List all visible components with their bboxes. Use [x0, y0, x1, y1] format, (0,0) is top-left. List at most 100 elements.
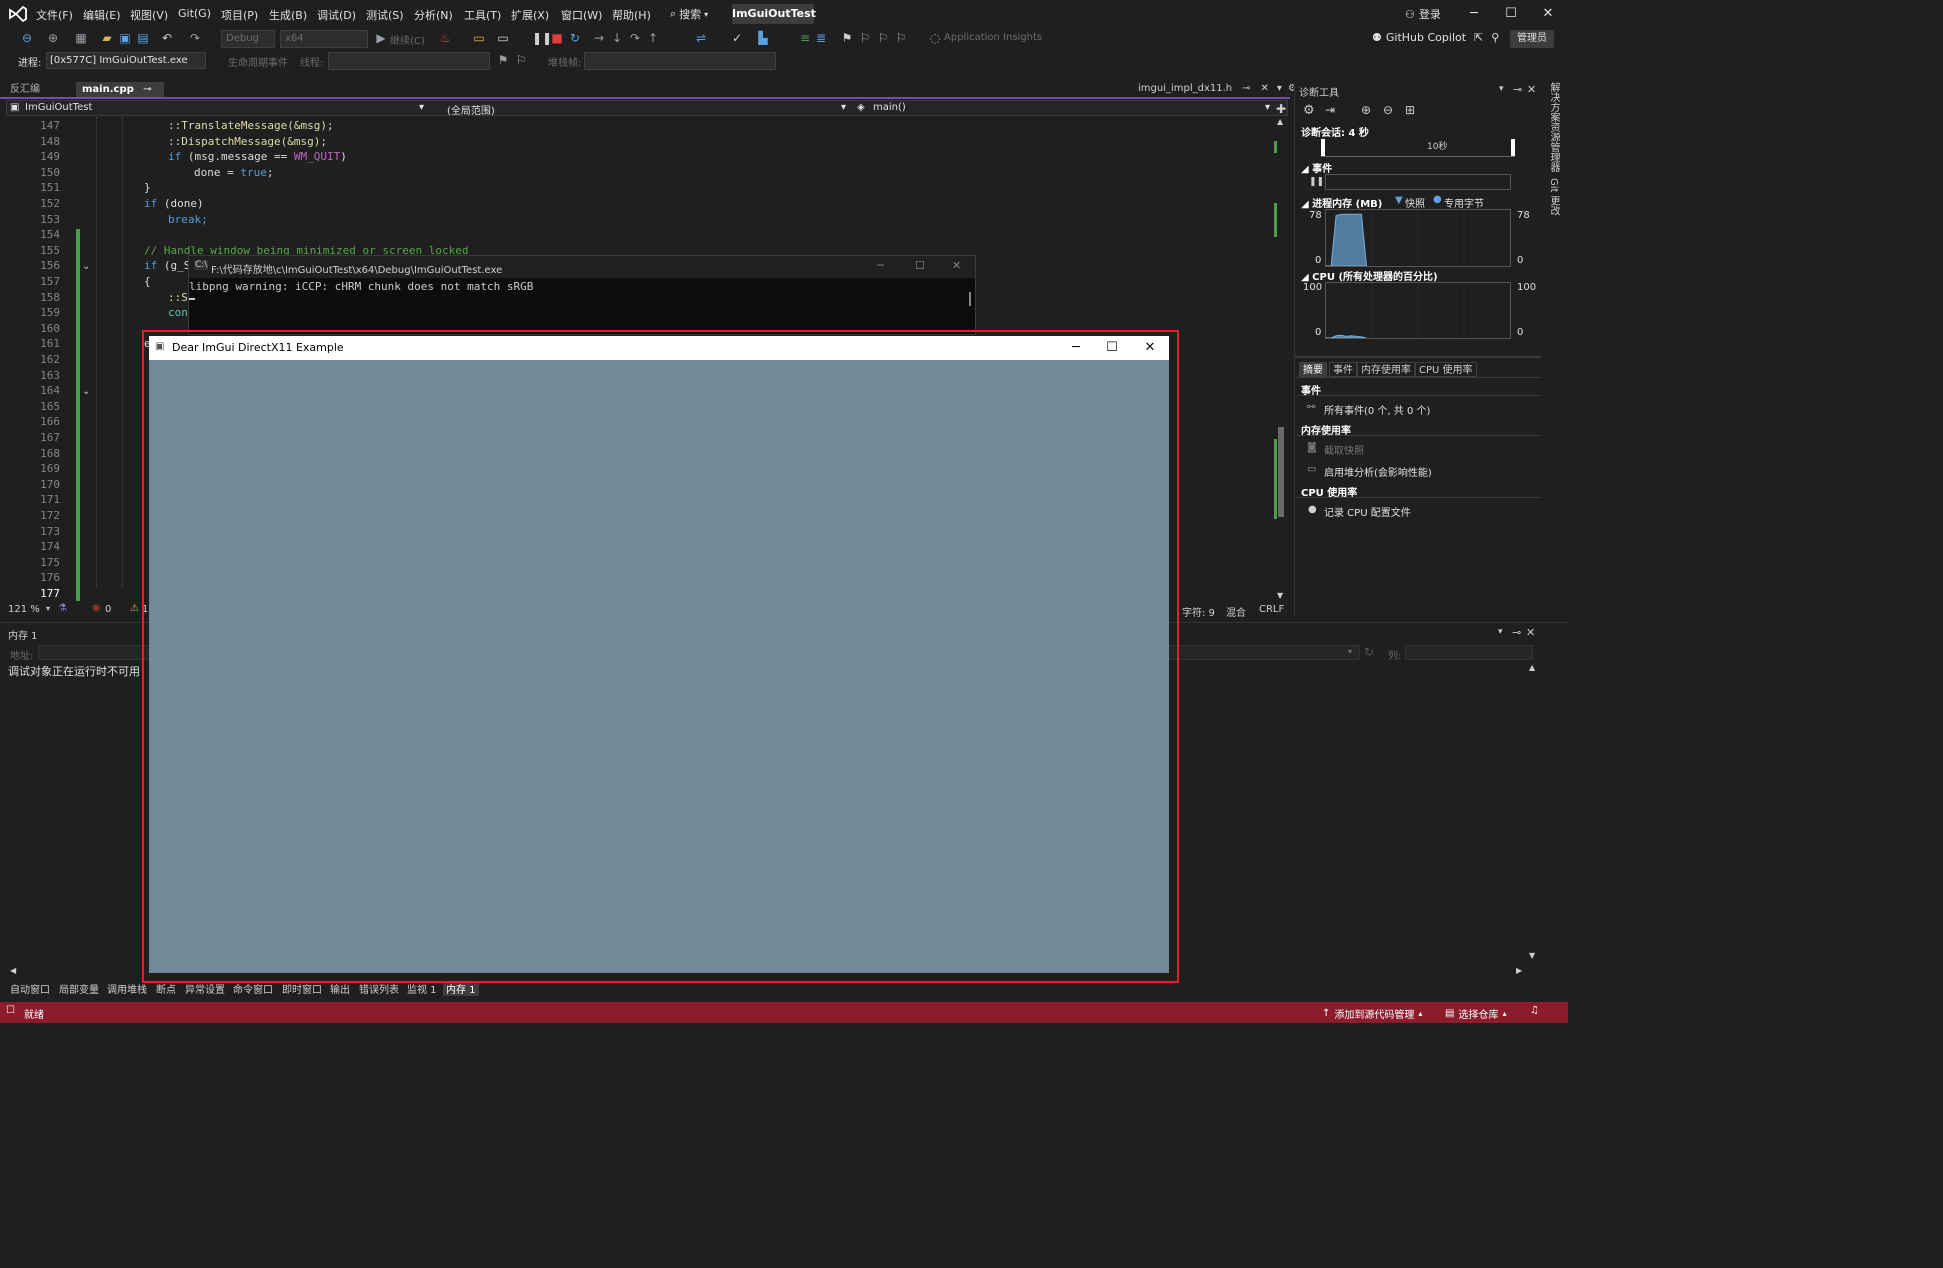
- enable-heap-profiling-button[interactable]: 启用堆分析(会影响性能): [1324, 464, 1432, 479]
- save-icon[interactable]: ▣: [118, 31, 132, 45]
- tab-disassembly[interactable]: 反汇编: [4, 82, 46, 97]
- zoom-in-icon[interactable]: ⊕: [1361, 103, 1371, 117]
- login-button[interactable]: ⚇ 登录: [1405, 6, 1441, 22]
- navigate-forward-icon[interactable]: ⊕: [46, 31, 60, 45]
- tab-output[interactable]: 输出: [330, 981, 350, 996]
- close-panel-icon[interactable]: ✕: [1527, 83, 1536, 96]
- chevron-down-icon[interactable]: ▾: [1265, 102, 1270, 113]
- timeline-handle-right[interactable]: [1511, 139, 1515, 156]
- stop-icon[interactable]: ■: [550, 31, 564, 45]
- chevron-down-icon[interactable]: ▾: [46, 604, 50, 613]
- open-file-icon[interactable]: ▰: [100, 31, 114, 45]
- reset-view-icon[interactable]: ⊞: [1405, 103, 1415, 117]
- close-panel-icon[interactable]: ✕: [1526, 626, 1535, 639]
- step-into-icon[interactable]: ↓: [610, 31, 624, 45]
- chevron-down-icon[interactable]: ▾: [1498, 627, 1503, 637]
- imgui-example-window[interactable]: ▣ Dear ImGui DirectX11 Example ─ ☐ ✕: [149, 336, 1169, 973]
- menu-analyze[interactable]: 分析(N): [414, 7, 453, 23]
- debug-location-icon[interactable]: ▙: [756, 31, 770, 45]
- warning-icon[interactable]: ⚠: [130, 603, 139, 614]
- close-button[interactable]: ✕: [1135, 338, 1165, 358]
- tab-list-icon[interactable]: ▾: [1277, 83, 1282, 94]
- flag-thread-icon[interactable]: ⚑: [496, 53, 510, 67]
- browse-icon[interactable]: ▭: [472, 31, 486, 45]
- menu-help[interactable]: 帮助(H): [612, 7, 651, 23]
- tab-summary[interactable]: 摘要: [1299, 362, 1327, 377]
- new-project-icon[interactable]: ▦: [74, 31, 88, 45]
- console-title-bar[interactable]: C:\ F:\代码存放地\c\ImGuiOutTest\x64\Debug\Im…: [189, 256, 975, 278]
- application-insights-button[interactable]: Application Insights: [944, 32, 1042, 43]
- console-scrollbar[interactable]: [969, 292, 971, 306]
- settings-icon[interactable]: ⚙: [1303, 103, 1315, 118]
- step-over-icon[interactable]: ↷: [628, 31, 642, 45]
- imgui-title-bar[interactable]: ▣ Dear ImGui DirectX11 Example ─ ☐ ✕: [149, 336, 1169, 360]
- cpu-chart[interactable]: [1325, 282, 1511, 339]
- platform-select[interactable]: x64: [280, 30, 368, 48]
- maximize-button[interactable]: ☐: [1493, 4, 1529, 24]
- take-snapshot-button[interactable]: 截取快照: [1324, 442, 1364, 457]
- minimize-button[interactable]: ─: [1061, 338, 1091, 358]
- refresh-icon[interactable]: ↻: [1364, 645, 1374, 659]
- tab-call-stack[interactable]: 调用堆栈: [107, 981, 147, 996]
- hot-reload-icon[interactable]: ♨: [438, 31, 452, 45]
- pin-icon[interactable]: ⊸: [1242, 83, 1250, 94]
- redo-icon[interactable]: ↷: [188, 31, 202, 45]
- memory-vertical-scrollbar[interactable]: ▲ ▼: [1526, 663, 1540, 963]
- navigate-back-icon[interactable]: ⊖: [20, 31, 34, 45]
- tab-breakpoints[interactable]: 断点: [156, 981, 176, 996]
- menu-test[interactable]: 测试(S): [366, 7, 404, 23]
- filter-thread-icon[interactable]: ⚐: [514, 53, 528, 67]
- member-dropdown[interactable]: main(): [873, 102, 906, 113]
- pause-icon[interactable]: ❚❚: [532, 31, 552, 45]
- collapse-icon[interactable]: ⌄: [82, 386, 90, 397]
- menu-tools[interactable]: 工具(T): [464, 7, 501, 23]
- menu-git[interactable]: Git(G): [178, 7, 211, 20]
- tab-immediate-window[interactable]: 即时窗口: [282, 981, 322, 996]
- menu-extensions[interactable]: 扩展(X): [511, 7, 549, 23]
- pin-icon[interactable]: ⊸: [1512, 626, 1521, 639]
- tab-memory-1[interactable]: 内存 1: [443, 981, 479, 996]
- share-icon[interactable]: ⇱: [1474, 31, 1483, 44]
- export-icon[interactable]: ⇥: [1325, 103, 1335, 117]
- scroll-down-icon[interactable]: ▼: [1277, 591, 1283, 600]
- collapse-icon[interactable]: ⌄: [82, 261, 90, 272]
- menu-project[interactable]: 项目(P): [221, 7, 258, 23]
- tab-events[interactable]: 事件: [1329, 362, 1357, 377]
- timeline-ruler[interactable]: 10秒: [1321, 139, 1515, 157]
- thread-select[interactable]: [328, 52, 490, 70]
- menu-debug[interactable]: 调试(D): [317, 7, 356, 23]
- scroll-left-icon[interactable]: ◀: [10, 966, 16, 975]
- timeline-handle-left[interactable]: [1321, 139, 1325, 156]
- maximize-button[interactable]: ☐: [915, 259, 925, 272]
- minimize-button[interactable]: ─: [1456, 4, 1492, 24]
- tab-git-changes[interactable]: Git 更改: [1546, 178, 1561, 216]
- all-events-link[interactable]: 所有事件(0 个, 共 0 个): [1324, 402, 1430, 417]
- imgui-render-area[interactable]: [149, 360, 1169, 973]
- uncomment-icon[interactable]: ≣: [814, 31, 828, 45]
- tab-solution-explorer[interactable]: 解决方案资源管理器: [1546, 82, 1561, 172]
- scroll-up-icon[interactable]: ▲: [1277, 117, 1283, 126]
- visual-studio-logo-icon[interactable]: [8, 5, 28, 23]
- prev-bookmark-icon[interactable]: ⚐: [858, 31, 872, 45]
- select-repository-button[interactable]: ▤ 选择仓库 ▴: [1445, 1006, 1506, 1021]
- notifications-icon[interactable]: ♫: [1530, 1005, 1539, 1016]
- scroll-right-icon[interactable]: ▶: [1516, 966, 1522, 975]
- record-cpu-profile-button[interactable]: 记录 CPU 配置文件: [1324, 504, 1411, 519]
- zoom-level[interactable]: 121 %: [8, 604, 40, 615]
- intellicode-icon[interactable]: ⚗: [58, 603, 67, 614]
- character-position[interactable]: 字符: 9: [1182, 604, 1215, 619]
- menu-window[interactable]: 窗口(W): [561, 7, 602, 23]
- pause-icon[interactable]: ❚❚: [1309, 177, 1324, 187]
- restart-icon[interactable]: ↻: [568, 31, 582, 45]
- save-all-icon[interactable]: ▤: [136, 31, 150, 45]
- chevron-down-icon[interactable]: ▾: [1499, 84, 1504, 94]
- tab-main-cpp[interactable]: main.cpp ⊸ ✕: [76, 82, 164, 110]
- chevron-down-icon[interactable]: ▾: [419, 102, 424, 113]
- spell-check-icon[interactable]: ✓: [730, 31, 744, 45]
- bookmark-icon[interactable]: ⚑: [840, 31, 854, 45]
- close-button[interactable]: ✕: [1530, 4, 1566, 24]
- tab-autos[interactable]: 自动窗口: [10, 981, 50, 996]
- menu-edit[interactable]: 编辑(E): [83, 7, 121, 23]
- scope-dropdown[interactable]: (全局范围): [447, 102, 495, 117]
- diagnostics-icon[interactable]: ⇌: [694, 31, 708, 45]
